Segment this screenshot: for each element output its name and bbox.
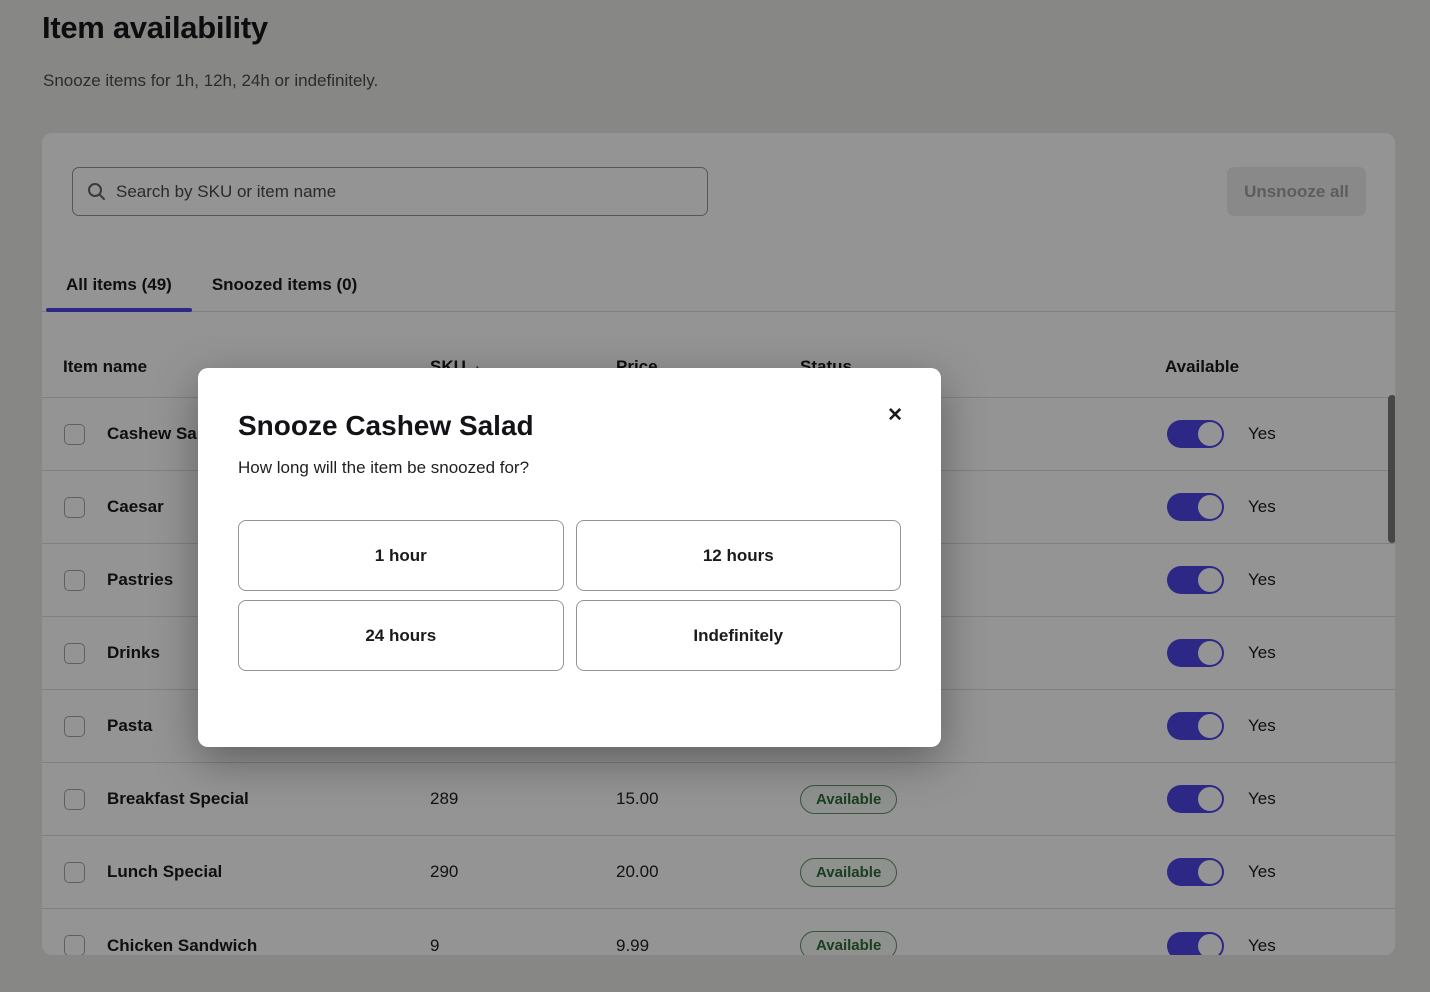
modal-question: How long will the item be snoozed for? — [238, 458, 901, 478]
snooze-modal: ✕ Snooze Cashew Salad How long will the … — [198, 368, 941, 747]
close-icon[interactable]: ✕ — [887, 406, 903, 425]
snooze-1-hour-button[interactable]: 1 hour — [238, 520, 564, 591]
snooze-12-hours-button[interactable]: 12 hours — [576, 520, 902, 591]
duration-options: 1 hour 12 hours 24 hours Indefinitely — [238, 520, 901, 671]
modal-title: Snooze Cashew Salad — [238, 410, 901, 442]
snooze-24-hours-button[interactable]: 24 hours — [238, 600, 564, 671]
snooze-indefinitely-button[interactable]: Indefinitely — [576, 600, 902, 671]
